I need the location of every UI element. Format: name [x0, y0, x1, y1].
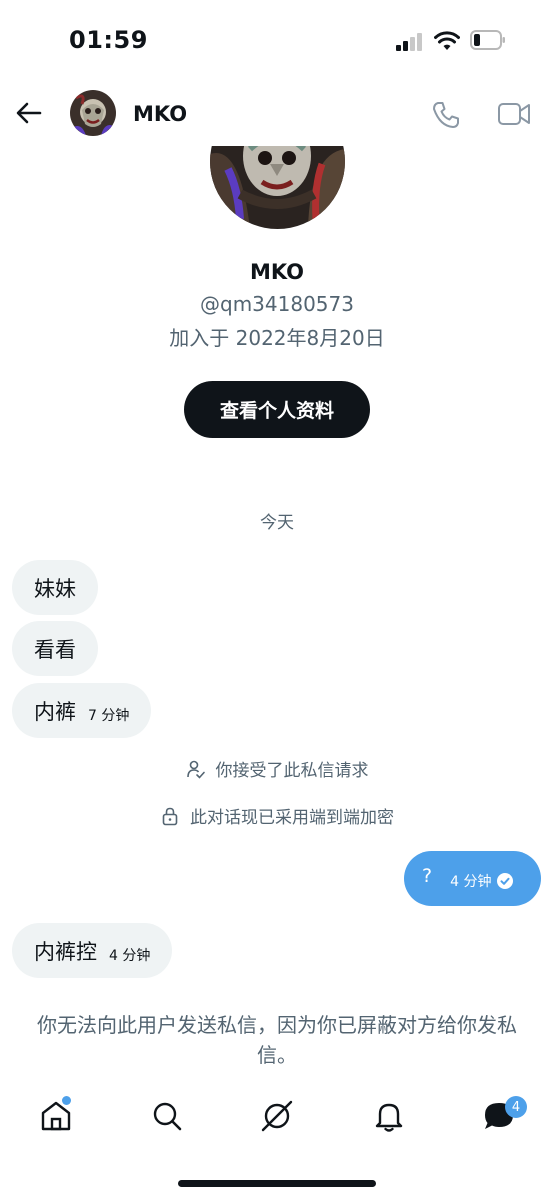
message-text: 妹妹 [34, 576, 76, 601]
message-text: 看看 [34, 637, 76, 662]
encryption-text: 此对话现已采用端到端加密 [190, 808, 394, 828]
profile-name: MKO [249, 260, 305, 284]
day-separator: 今天 [260, 513, 294, 533]
read-check-icon [497, 872, 514, 889]
profile-avatar[interactable] [210, 146, 345, 229]
cellular-signal-icon [396, 33, 426, 51]
back-arrow-icon[interactable] [14, 98, 44, 128]
search-icon[interactable] [149, 1098, 185, 1134]
phone-icon[interactable] [430, 99, 462, 131]
user-check-icon [186, 760, 205, 779]
header-avatar[interactable] [70, 90, 116, 136]
header-name[interactable]: MKO [133, 102, 187, 126]
profile-join-date: 加入于 2022年8月20日 [169, 326, 385, 350]
profile-handle: @qm34180573 [200, 292, 354, 316]
request-accepted-notice: 你接受了此私信请求 [0, 756, 554, 781]
outgoing-message[interactable]: ? 4 分钟 [404, 851, 541, 906]
message-text: 内裤 [34, 699, 76, 724]
incoming-message[interactable]: 内裤控 4 分钟 [12, 923, 173, 978]
incoming-message[interactable]: 看看 [12, 621, 98, 676]
view-profile-button[interactable]: 查看个人资料 [184, 381, 370, 438]
video-call-icon[interactable] [497, 99, 531, 129]
status-time: 01:59 [69, 26, 148, 54]
incoming-message[interactable]: 内裤 7 分钟 [12, 683, 152, 738]
messages-badge: 4 [505, 1096, 527, 1118]
blocked-notice: 你无法向此用户发送私信，因为你已屏蔽对方给你发私信。 [37, 1013, 517, 1067]
bell-icon[interactable] [371, 1098, 407, 1134]
encryption-notice: 此对话现已采用端到端加密 [0, 803, 554, 828]
wifi-icon [434, 31, 460, 50]
message-time: 7 分钟 [88, 707, 130, 724]
home-indicator [178, 1180, 376, 1187]
lock-icon [162, 807, 178, 825]
grok-icon[interactable] [259, 1098, 295, 1134]
message-text: 内裤控 [34, 939, 97, 964]
message-time: 4 分钟 [109, 947, 151, 964]
battery-icon [470, 30, 505, 50]
incoming-message[interactable]: 妹妹 [12, 560, 98, 615]
message-text: ? [422, 864, 433, 887]
message-time: 4 分钟 [450, 873, 492, 890]
home-notification-dot [62, 1096, 71, 1105]
request-accepted-text: 你接受了此私信请求 [215, 761, 369, 781]
